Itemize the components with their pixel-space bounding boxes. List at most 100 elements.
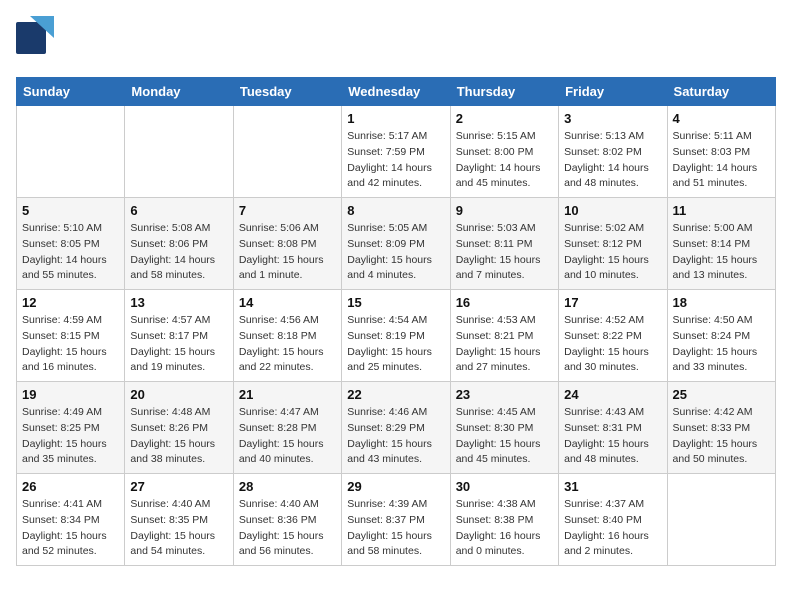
calendar-cell: 11Sunrise: 5:00 AMSunset: 8:14 PMDayligh… <box>667 198 775 290</box>
calendar-cell <box>667 474 775 566</box>
weekday-header-thursday: Thursday <box>450 78 558 106</box>
week-row-5: 26Sunrise: 4:41 AMSunset: 8:34 PMDayligh… <box>17 474 776 566</box>
day-number: 20 <box>130 387 227 402</box>
day-info: Sunrise: 4:52 AMSunset: 8:22 PMDaylight:… <box>564 313 661 376</box>
day-info: Sunrise: 5:13 AMSunset: 8:02 PMDaylight:… <box>564 129 661 192</box>
week-row-3: 12 Sunrise: 4:59 AMSunset: 8:15 PMDayligh… <box>17 290 776 382</box>
day-number: 5 <box>22 203 119 218</box>
day-number: 6 <box>130 203 227 218</box>
day-info: Sunrise: 5:11 AMSunset: 8:03 PMDaylight:… <box>673 129 770 192</box>
calendar-cell: 20 Sunrise: 4:48 AMSunset: 8:26 PMDayligh… <box>125 382 233 474</box>
day-number: 10 <box>564 203 661 218</box>
calendar-cell: 21 Sunrise: 4:47 AMSunset: 8:28 PMDayligh… <box>233 382 341 474</box>
calendar-cell: 22Sunrise: 4:46 AMSunset: 8:29 PMDayligh… <box>342 382 450 474</box>
day-info: Sunrise: 4:48 AMSunset: 8:26 PMDaylight:… <box>130 405 227 468</box>
day-number: 24 <box>564 387 661 402</box>
calendar-cell: 5 Sunrise: 5:10 AMSunset: 8:05 PMDaylight… <box>17 198 125 290</box>
logo <box>16 16 58 65</box>
weekday-header-saturday: Saturday <box>667 78 775 106</box>
day-info: Sunrise: 4:59 AMSunset: 8:15 PMDaylight:… <box>22 313 119 376</box>
day-info: Sunrise: 4:42 AMSunset: 8:33 PMDaylight:… <box>673 405 770 468</box>
weekday-header-sunday: Sunday <box>17 78 125 106</box>
calendar-cell: 17 Sunrise: 4:52 AMSunset: 8:22 PMDayligh… <box>559 290 667 382</box>
day-number: 12 <box>22 295 119 310</box>
day-number: 18 <box>673 295 770 310</box>
weekday-header-row: SundayMondayTuesdayWednesdayThursdayFrid… <box>17 78 776 106</box>
day-number: 30 <box>456 479 553 494</box>
day-info: Sunrise: 4:43 AMSunset: 8:31 PMDaylight:… <box>564 405 661 468</box>
day-info: Sunrise: 4:50 AMSunset: 8:24 PMDaylight:… <box>673 313 770 376</box>
day-info: Sunrise: 4:37 AMSunset: 8:40 PMDaylight:… <box>564 497 661 560</box>
page-header <box>16 16 776 65</box>
day-info: Sunrise: 5:02 AMSunset: 8:12 PMDaylight:… <box>564 221 661 284</box>
day-number: 7 <box>239 203 336 218</box>
week-row-4: 19Sunrise: 4:49 AMSunset: 8:25 PMDayligh… <box>17 382 776 474</box>
day-number: 22 <box>347 387 444 402</box>
calendar-cell: 1 Sunrise: 5:17 AMSunset: 7:59 PMDaylight… <box>342 106 450 198</box>
calendar-cell: 9 Sunrise: 5:03 AMSunset: 8:11 PMDaylight… <box>450 198 558 290</box>
day-info: Sunrise: 4:40 AMSunset: 8:36 PMDaylight:… <box>239 497 336 560</box>
day-info: Sunrise: 4:38 AMSunset: 8:38 PMDaylight:… <box>456 497 553 560</box>
day-number: 19 <box>22 387 119 402</box>
day-info: Sunrise: 4:47 AMSunset: 8:28 PMDaylight:… <box>239 405 336 468</box>
day-number: 23 <box>456 387 553 402</box>
calendar-cell: 10 Sunrise: 5:02 AMSunset: 8:12 PMDayligh… <box>559 198 667 290</box>
day-info: Sunrise: 4:57 AMSunset: 8:17 PMDaylight:… <box>130 313 227 376</box>
calendar-cell: 3 Sunrise: 5:13 AMSunset: 8:02 PMDaylight… <box>559 106 667 198</box>
calendar-cell: 14 Sunrise: 4:56 AMSunset: 8:18 PMDayligh… <box>233 290 341 382</box>
day-number: 25 <box>673 387 770 402</box>
day-number: 15 <box>347 295 444 310</box>
calendar-cell: 8 Sunrise: 5:05 AMSunset: 8:09 PMDaylight… <box>342 198 450 290</box>
calendar-cell: 26Sunrise: 4:41 AMSunset: 8:34 PMDayligh… <box>17 474 125 566</box>
day-info: Sunrise: 5:03 AMSunset: 8:11 PMDaylight:… <box>456 221 553 284</box>
day-number: 1 <box>347 111 444 126</box>
weekday-header-tuesday: Tuesday <box>233 78 341 106</box>
calendar-cell: 15 Sunrise: 4:54 AMSunset: 8:19 PMDayligh… <box>342 290 450 382</box>
calendar-cell: 24 Sunrise: 4:43 AMSunset: 8:31 PMDayligh… <box>559 382 667 474</box>
day-info: Sunrise: 4:40 AMSunset: 8:35 PMDaylight:… <box>130 497 227 560</box>
logo-icon <box>16 16 54 65</box>
day-info: Sunrise: 4:53 AMSunset: 8:21 PMDaylight:… <box>456 313 553 376</box>
day-number: 8 <box>347 203 444 218</box>
day-info: Sunrise: 4:45 AMSunset: 8:30 PMDaylight:… <box>456 405 553 468</box>
calendar-cell: 6 Sunrise: 5:08 AMSunset: 8:06 PMDaylight… <box>125 198 233 290</box>
day-number: 3 <box>564 111 661 126</box>
calendar-cell <box>125 106 233 198</box>
week-row-2: 5 Sunrise: 5:10 AMSunset: 8:05 PMDaylight… <box>17 198 776 290</box>
calendar-cell: 25 Sunrise: 4:42 AMSunset: 8:33 PMDayligh… <box>667 382 775 474</box>
day-info: Sunrise: 5:08 AMSunset: 8:06 PMDaylight:… <box>130 221 227 284</box>
calendar-cell: 30 Sunrise: 4:38 AMSunset: 8:38 PMDayligh… <box>450 474 558 566</box>
calendar-cell: 7Sunrise: 5:06 AMSunset: 8:08 PMDaylight… <box>233 198 341 290</box>
day-number: 11 <box>673 203 770 218</box>
day-number: 27 <box>130 479 227 494</box>
day-info: Sunrise: 4:56 AMSunset: 8:18 PMDaylight:… <box>239 313 336 376</box>
weekday-header-monday: Monday <box>125 78 233 106</box>
day-info: Sunrise: 5:17 AMSunset: 7:59 PMDaylight:… <box>347 129 444 192</box>
calendar-cell: 12 Sunrise: 4:59 AMSunset: 8:15 PMDayligh… <box>17 290 125 382</box>
calendar-table: SundayMondayTuesdayWednesdayThursdayFrid… <box>16 77 776 566</box>
day-number: 2 <box>456 111 553 126</box>
day-number: 21 <box>239 387 336 402</box>
weekday-header-wednesday: Wednesday <box>342 78 450 106</box>
calendar-cell <box>233 106 341 198</box>
calendar-cell: 19Sunrise: 4:49 AMSunset: 8:25 PMDayligh… <box>17 382 125 474</box>
calendar-cell: 23 Sunrise: 4:45 AMSunset: 8:30 PMDayligh… <box>450 382 558 474</box>
day-number: 14 <box>239 295 336 310</box>
calendar-cell: 18 Sunrise: 4:50 AMSunset: 8:24 PMDayligh… <box>667 290 775 382</box>
day-info: Sunrise: 5:05 AMSunset: 8:09 PMDaylight:… <box>347 221 444 284</box>
day-info: Sunrise: 5:10 AMSunset: 8:05 PMDaylight:… <box>22 221 119 284</box>
calendar-cell: 4Sunrise: 5:11 AMSunset: 8:03 PMDaylight… <box>667 106 775 198</box>
day-number: 16 <box>456 295 553 310</box>
week-row-1: 1 Sunrise: 5:17 AMSunset: 7:59 PMDaylight… <box>17 106 776 198</box>
calendar-cell: 28Sunrise: 4:40 AMSunset: 8:36 PMDayligh… <box>233 474 341 566</box>
calendar-cell <box>17 106 125 198</box>
day-number: 17 <box>564 295 661 310</box>
weekday-header-friday: Friday <box>559 78 667 106</box>
calendar-cell: 2 Sunrise: 5:15 AMSunset: 8:00 PMDaylight… <box>450 106 558 198</box>
day-number: 31 <box>564 479 661 494</box>
day-info: Sunrise: 4:54 AMSunset: 8:19 PMDaylight:… <box>347 313 444 376</box>
calendar-cell: 16 Sunrise: 4:53 AMSunset: 8:21 PMDayligh… <box>450 290 558 382</box>
calendar-cell: 29Sunrise: 4:39 AMSunset: 8:37 PMDayligh… <box>342 474 450 566</box>
day-number: 9 <box>456 203 553 218</box>
day-info: Sunrise: 5:15 AMSunset: 8:00 PMDaylight:… <box>456 129 553 192</box>
